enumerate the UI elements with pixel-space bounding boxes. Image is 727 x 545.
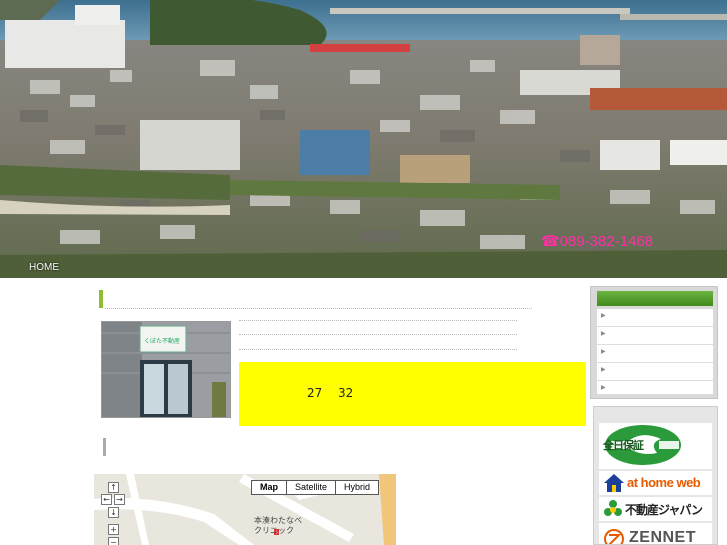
partner-banners: 全日保証 at home web 不動産ジャパン ZENNET	[593, 406, 718, 545]
bullet-arrow-icon: ▶	[601, 330, 606, 337]
sidebar-nav-item-1[interactable]: ▶	[597, 309, 713, 327]
header-photo: HOME ☎089-382-1468	[0, 0, 727, 278]
store-sign-text: くぼた不動産	[144, 338, 181, 345]
map-pan-right-button[interactable]: →	[114, 494, 125, 505]
info-value-2: 32	[338, 386, 354, 400]
zennichi-banner-text: 全日保証	[603, 439, 644, 452]
bullet-arrow-icon: ▶	[601, 384, 606, 391]
zennet-banner[interactable]: ZENNET	[599, 523, 712, 545]
sidebar-nav-item-5[interactable]: ▶	[597, 381, 713, 395]
map-type-switcher: Map Satellite Hybrid	[251, 480, 380, 495]
home-link[interactable]: HOME	[29, 262, 59, 273]
bullet-arrow-icon: ▶	[601, 348, 606, 355]
info-value-1: 27	[307, 386, 323, 400]
sidebar-nav-item-4[interactable]: ▶	[597, 363, 713, 381]
google-map[interactable]: + ↑ ← → ↓ + − Map Satellite Hybrid 本湊わたな…	[94, 474, 396, 545]
section-heading-marker	[99, 290, 103, 308]
map-pan-up-button[interactable]: ↑	[108, 482, 119, 493]
zennet-logo-icon	[604, 529, 624, 544]
bullet-arrow-icon: ▶	[601, 366, 606, 373]
info-divider-3	[239, 349, 517, 350]
athome-web-banner[interactable]: at home web	[599, 471, 712, 495]
fudosan-japan-logo-icon	[604, 500, 622, 516]
zennet-banner-text: ZENNET	[629, 529, 696, 545]
map-type-hybrid[interactable]: Hybrid	[335, 480, 380, 495]
map-type-map[interactable]: Map	[251, 480, 287, 495]
heading-divider	[105, 308, 532, 309]
bullet-arrow-icon: ▶	[601, 312, 606, 319]
sidebar-nav-item-3[interactable]: ▶	[597, 345, 713, 363]
sidebar-navigation: ▶ ▶ ▶ ▶ ▶	[590, 286, 718, 399]
map-heading-marker	[103, 438, 106, 456]
map-zoom-out-button[interactable]: −	[108, 537, 119, 545]
store-photo: くぼた不動産	[101, 321, 231, 418]
map-type-satellite[interactable]: Satellite	[286, 480, 337, 495]
info-highlight-box: 27 32	[239, 362, 586, 426]
map-pan-left-button[interactable]: ←	[101, 494, 112, 505]
sidebar-nav-item-2[interactable]: ▶	[597, 327, 713, 345]
athome-house-icon	[604, 474, 624, 492]
info-divider-2	[239, 334, 517, 335]
fudosan-japan-banner[interactable]: 不動産ジャパン	[599, 497, 712, 521]
sidebar-nav-header	[597, 291, 713, 306]
map-pan-down-button[interactable]: ↓	[108, 507, 119, 518]
fudosan-japan-banner-text: 不動産ジャパン	[625, 503, 703, 517]
zennichi-hosho-banner[interactable]: 全日保証	[599, 423, 712, 469]
info-divider-1	[239, 320, 517, 321]
phone-number: ☎089-382-1468	[541, 233, 654, 250]
map-zoom-in-button[interactable]: +	[108, 524, 119, 535]
athome-banner-text: at home web	[627, 475, 701, 490]
map-place-label: 本湊わたなべ クリニック	[254, 516, 302, 535]
